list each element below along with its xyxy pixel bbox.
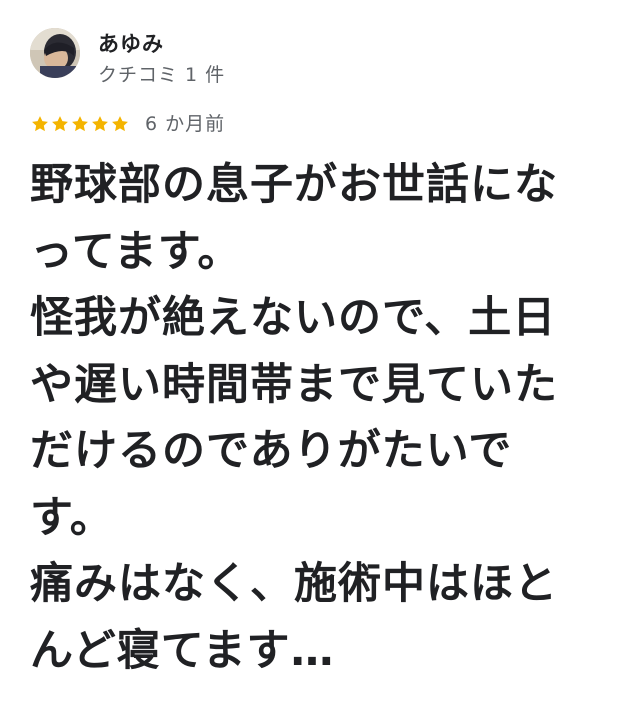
star-icon [30, 114, 50, 134]
reviewer-name[interactable]: あゆみ [98, 30, 225, 58]
review-text-line: 怪我が絶えないので、土日 [30, 293, 557, 343]
star-icon [50, 114, 70, 134]
review-text-line: ってます。 [30, 226, 242, 277]
review-text-line: す。 [30, 492, 114, 543]
rating-row: 6 か月前 [30, 112, 225, 136]
reviewer-review-count: クチコミ 1 件 [98, 64, 226, 86]
avatar-photo-icon [30, 28, 80, 78]
review-text-line: 野球部の息子がお世話にな [30, 160, 558, 210]
review-text-line: 痛みはなく、施術中はほと [30, 559, 558, 609]
avatar[interactable] [30, 28, 80, 78]
star-icon [70, 114, 90, 134]
review-text-line: んど寝てます… [30, 625, 335, 676]
star-rating [30, 114, 130, 134]
reviewer-info: あゆみ クチコミ 1 件 [98, 30, 225, 88]
review-header: あゆみ クチコミ 1 件 [30, 28, 225, 88]
star-icon [110, 114, 130, 134]
review-time: 6 か月前 [145, 113, 226, 135]
review-text-line: や遅い時間帯まで見ていた [30, 359, 558, 410]
star-icon [90, 114, 110, 134]
review-text: 野球部の息子がお世話にな ってます。怪我が絶えないので、土日 や遅い時間帯まで見てい… [30, 152, 620, 684]
review-text-line: だけるのでありがたいで [30, 426, 513, 476]
review-card: あゆみ クチコミ 1 件 6 か月前 野球部の息子がお世話にな ってます。怪我が絶… [0, 0, 640, 717]
